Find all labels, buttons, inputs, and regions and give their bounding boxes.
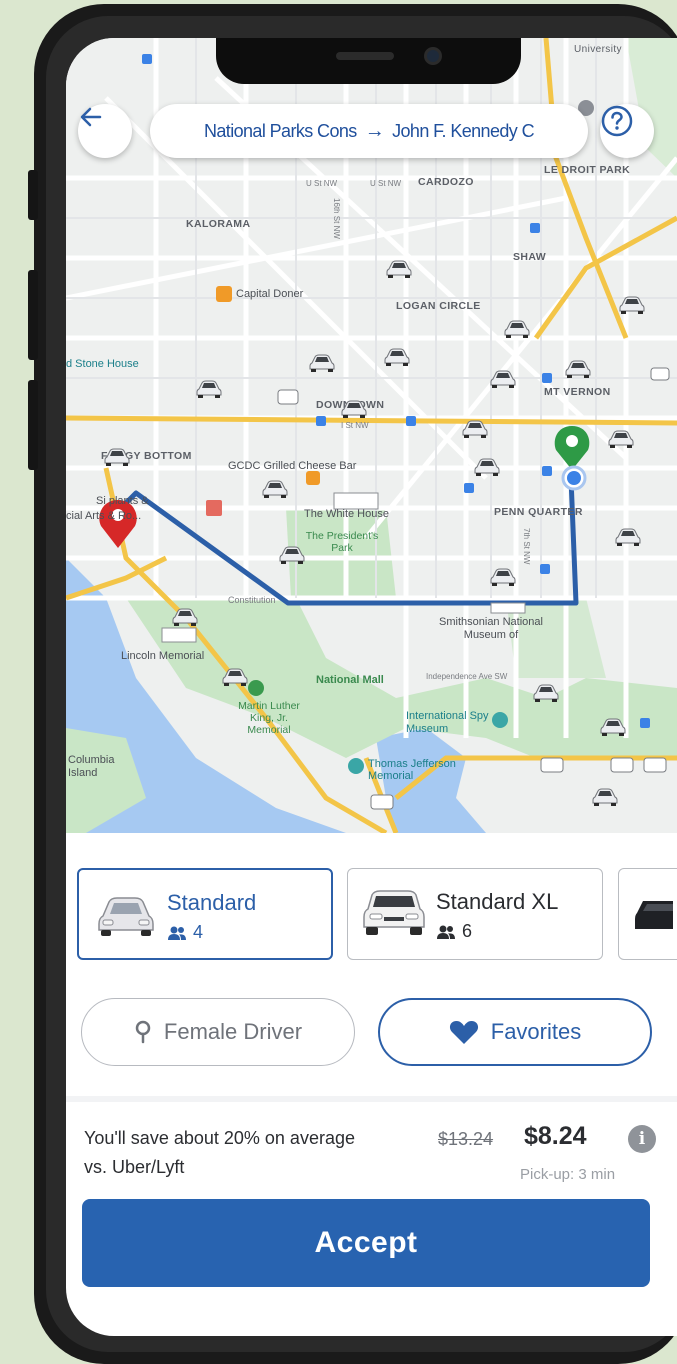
vehicle-seats: 6 — [436, 921, 472, 942]
map-label-white-house: The White House — [304, 508, 389, 520]
female-driver-button[interactable]: Female Driver — [81, 998, 355, 1066]
vehicle-seats: 4 — [167, 922, 203, 943]
ride-preferences: Female Driver Favorites — [66, 988, 677, 1078]
route-summary[interactable]: National Parks Cons → John F. Kennedy C — [150, 104, 588, 158]
map-view[interactable]: CARDOZO LE DROIT PARK University KALORAM… — [66, 38, 677, 833]
route-destination: John F. Kennedy C — [392, 120, 535, 141]
volume-up-button — [28, 270, 38, 360]
vehicle-name: Standard XL — [436, 889, 559, 914]
map-label-7th-st: 7th St NW — [522, 528, 531, 565]
question-circle-icon — [601, 105, 633, 137]
vehicle-name: Standard — [167, 890, 257, 915]
car-marker-icon — [104, 448, 130, 466]
car-marker-icon — [222, 668, 248, 686]
car-marker-icon — [608, 430, 634, 448]
car-marker-icon — [279, 546, 305, 564]
info-icon[interactable]: i — [628, 1125, 656, 1153]
car-marker-icon — [619, 296, 645, 314]
mute-switch — [28, 170, 38, 220]
map-label-presidents-park: The President's Park — [305, 530, 379, 554]
favorites-button[interactable]: Favorites — [378, 998, 652, 1066]
front-camera — [424, 47, 442, 65]
car-marker-icon — [196, 380, 222, 398]
map-label-le-droit-park: LE DROIT PARK — [544, 164, 631, 176]
map-label-i-st: I St NW — [341, 421, 369, 430]
favorites-label: Favorites — [490, 1019, 582, 1044]
vehicle-card-partial[interactable] — [618, 868, 677, 960]
car-marker-icon — [172, 608, 198, 626]
car-marker-icon — [386, 260, 412, 278]
map-label-logan-circle: LOGAN CIRCLE — [396, 300, 481, 312]
map-label-plants: Si plants & — [96, 495, 149, 507]
pickup-eta: Pick-up: 3 min — [520, 1166, 616, 1183]
car-marker-icon — [565, 360, 591, 378]
car-marker-icon — [490, 370, 516, 388]
vehicle-seat-count: 6 — [462, 921, 473, 941]
accept-button[interactable]: Accept — [82, 1199, 650, 1287]
car-marker-icon — [592, 788, 618, 806]
map-label-stone-house: d Stone House — [66, 358, 139, 370]
back-button[interactable] — [78, 104, 132, 158]
map-label-constitution: Constitution — [228, 595, 276, 605]
map-pin-icon — [135, 1020, 151, 1044]
arrow-left-icon — [80, 107, 102, 127]
map-label-independence: Independence Ave SW — [426, 672, 508, 681]
vehicle-card-standard[interactable]: Standard 4 — [77, 868, 333, 960]
section-divider — [66, 1096, 677, 1102]
map-label-mt-vernon: MT VERNON — [544, 386, 611, 398]
route-arrow-icon: → — [364, 119, 385, 142]
car-standard-xl-icon — [363, 890, 425, 935]
people-icon — [168, 926, 186, 940]
speaker — [336, 52, 394, 60]
map-label-penn-quarter: PENN QUARTER — [494, 506, 583, 518]
map-label-spy-museum: International Spy Museum — [406, 710, 489, 735]
vehicle-seat-count: 4 — [193, 922, 204, 942]
map-label-u-st-1: U St NW — [306, 179, 338, 188]
map-label-cardozo: CARDOZO — [418, 176, 474, 188]
people-icon — [437, 925, 455, 939]
car-marker-icon — [474, 458, 500, 476]
map-label-capital-doner: Capital Doner — [236, 288, 304, 300]
map-label-smithsonian: Smithsonian National Museum of — [439, 616, 543, 641]
map-label-jefferson-memorial: Thomas Jefferson Memorial — [368, 758, 456, 782]
map-label-columbia-island: Columbia Island — [68, 754, 115, 779]
vehicle-card-standard-xl[interactable]: Standard XL 6 — [347, 868, 603, 960]
original-price: $13.24 — [438, 1129, 494, 1149]
car-marker-icon — [533, 684, 559, 702]
car-marker-icon — [384, 348, 410, 366]
car-marker-icon — [262, 480, 288, 498]
map-label-national-mall: National Mall — [316, 674, 384, 686]
car-marker-icon — [341, 400, 367, 418]
heart-icon — [449, 1021, 478, 1044]
car-marker-icon — [462, 420, 488, 438]
car-marker-icon — [600, 718, 626, 736]
map-label-gcdc: GCDC Grilled Cheese Bar — [228, 460, 357, 472]
vehicle-options: Standard 4 Standard XL 6 — [66, 858, 677, 966]
map-label-mlk-memorial: Martin Luther King, Jr. Memorial — [238, 700, 300, 736]
map-label-kalorama: KALORAMA — [186, 218, 251, 230]
help-button[interactable] — [600, 104, 654, 158]
female-driver-label: Female Driver — [163, 1019, 303, 1044]
car-marker-icon — [309, 354, 335, 372]
map-label-u-st-2: U St NW — [370, 179, 402, 188]
map-label-university: University — [574, 44, 622, 55]
car-premium-icon — [635, 901, 673, 929]
car-marker-icon — [490, 568, 516, 586]
map-label-shaw: SHAW — [513, 251, 547, 263]
volume-down-button — [28, 380, 38, 470]
map-label-arts: cial Arts & Ro... — [66, 510, 142, 522]
car-marker-icon — [504, 320, 530, 338]
map-label-16th-st: 16th St NW — [332, 198, 341, 239]
car-marker-icon — [615, 528, 641, 546]
phone-notch — [216, 38, 521, 84]
discounted-price: $8.24 — [524, 1122, 587, 1150]
map-label-lincoln-memorial: Lincoln Memorial — [121, 650, 205, 662]
savings-message: You'll save about 20% on average vs. Ube… — [84, 1128, 355, 1177]
route-origin: National Parks Cons — [204, 120, 357, 141]
app-screen: CARDOZO LE DROIT PARK University KALORAM… — [66, 38, 677, 1336]
car-standard-icon — [98, 897, 154, 936]
